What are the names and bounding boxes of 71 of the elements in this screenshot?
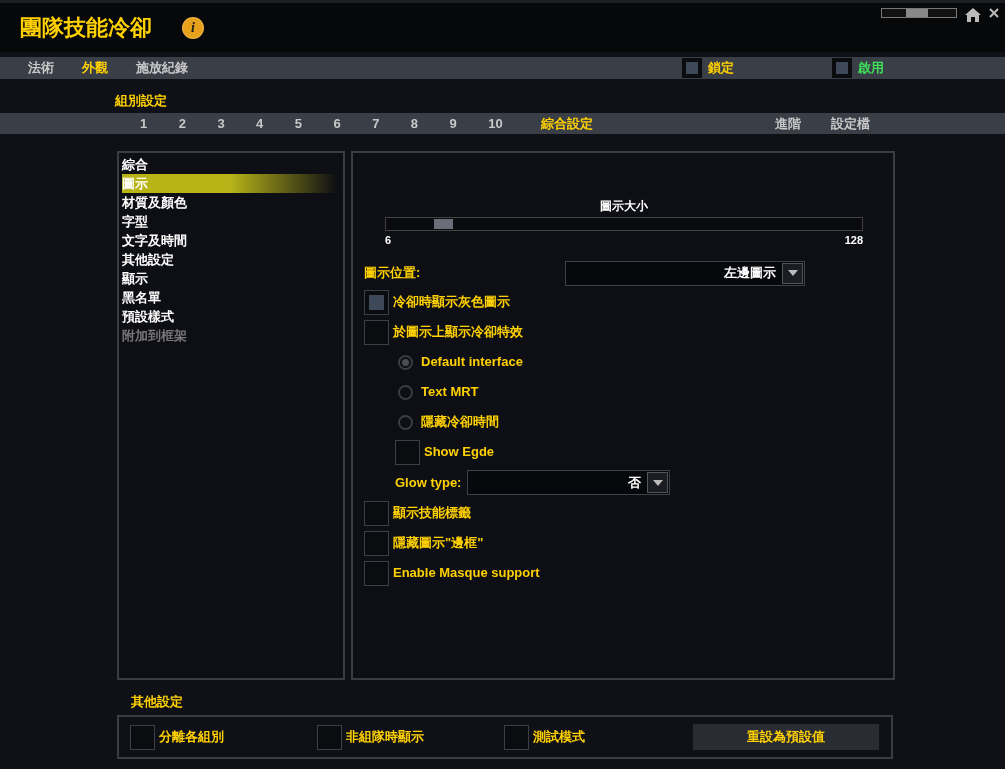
group-tab[interactable]: 6 (333, 113, 373, 134)
caret-icon (647, 472, 669, 493)
sidebar-item[interactable]: 其他設定 (122, 250, 337, 269)
radio-button[interactable] (398, 384, 413, 400)
option-label: Enable Masque support (393, 564, 540, 583)
option-label: 分離各組別 (159, 728, 224, 747)
option-label: Show Egde (424, 443, 495, 462)
enable-label: 啟用 (858, 59, 884, 78)
group-tab[interactable]: 5 (294, 113, 334, 134)
option-label: 冷卻時顯示灰色圖示 (393, 293, 510, 312)
caret-icon (782, 262, 803, 284)
radio-button[interactable] (398, 414, 413, 430)
checkbox[interactable] (364, 289, 389, 315)
option-label: 隱藏冷卻時間 (421, 413, 499, 432)
group-tab[interactable]: 8 (410, 113, 450, 134)
checkbox[interactable] (395, 439, 420, 465)
group-tab[interactable]: 設定檔 (831, 113, 870, 134)
option-label: Default interface (421, 353, 523, 372)
group-tab[interactable]: 3 (217, 113, 257, 134)
tab[interactable]: 法術 (28, 58, 54, 78)
section-title: 組別設定 (115, 91, 167, 110)
tab[interactable]: 外觀 (82, 58, 108, 78)
sidebar-item[interactable]: 黑名單 (122, 288, 337, 307)
slider-max: 128 (844, 233, 863, 248)
option-label: 圖示位置: (364, 264, 421, 283)
section-title: 其他設定 (131, 694, 183, 709)
checkbox[interactable] (364, 500, 389, 526)
tab[interactable]: 施放紀錄 (136, 58, 188, 78)
checkbox[interactable] (364, 560, 389, 586)
option-label: 隱藏圖示"邊框" (393, 534, 484, 553)
group-tab[interactable]: 7 (372, 113, 411, 134)
group-tab[interactable]: 綜合設定 (540, 113, 593, 134)
checkbox[interactable] (317, 724, 342, 750)
sidebar-item[interactable]: 顯示 (122, 269, 337, 288)
checkbox[interactable] (364, 319, 389, 345)
radio-button[interactable] (398, 354, 413, 370)
group-tab[interactable]: 2 (178, 113, 218, 134)
option-label: Glow type: (395, 473, 462, 492)
group-tab[interactable]: 進階 (775, 113, 801, 134)
dropdown[interactable]: 否 (467, 470, 671, 495)
group-tab[interactable]: 10 (488, 113, 527, 134)
option-label: 非組隊時顯示 (346, 728, 424, 747)
sidebar-item[interactable]: 材質及顏色 (122, 193, 337, 212)
scroll-bar-icon (881, 8, 957, 18)
sidebar-item[interactable]: 文字及時間 (122, 231, 337, 250)
sidebar-item[interactable]: 預設樣式 (122, 307, 337, 326)
option-label: Text MRT (421, 383, 479, 402)
dropdown[interactable]: 左邊圖示 (565, 260, 805, 286)
lock-label: 鎖定 (708, 59, 734, 78)
slider-thumb[interactable] (433, 219, 453, 229)
group-tab[interactable]: 4 (256, 113, 295, 134)
checkbox[interactable] (832, 58, 852, 78)
close-icon[interactable] (989, 8, 999, 18)
checkbox[interactable] (130, 724, 155, 750)
option-label: 於圖示上顯示冷卻特效 (393, 323, 523, 342)
home-icon[interactable] (965, 8, 981, 22)
sidebar-item[interactable]: 綜合 (122, 155, 337, 174)
slider-label: 圖示大小 (599, 198, 649, 215)
group-tab[interactable]: 1 (140, 113, 179, 134)
option-label: 顯示技能標籤 (393, 504, 471, 523)
window-title: 團隊技能冷卻 (20, 14, 152, 42)
checkbox[interactable] (364, 530, 389, 556)
checkbox[interactable] (682, 58, 702, 78)
checkbox[interactable] (504, 724, 529, 750)
slider-track[interactable] (385, 217, 863, 231)
reset-button[interactable]: 重設為預設值 (693, 724, 879, 750)
info-button[interactable]: i (182, 16, 204, 39)
slider-min: 6 (385, 233, 392, 248)
group-tab[interactable]: 9 (449, 113, 489, 134)
option-label: 測試模式 (533, 728, 585, 747)
sidebar-item[interactable]: 字型 (122, 212, 337, 231)
